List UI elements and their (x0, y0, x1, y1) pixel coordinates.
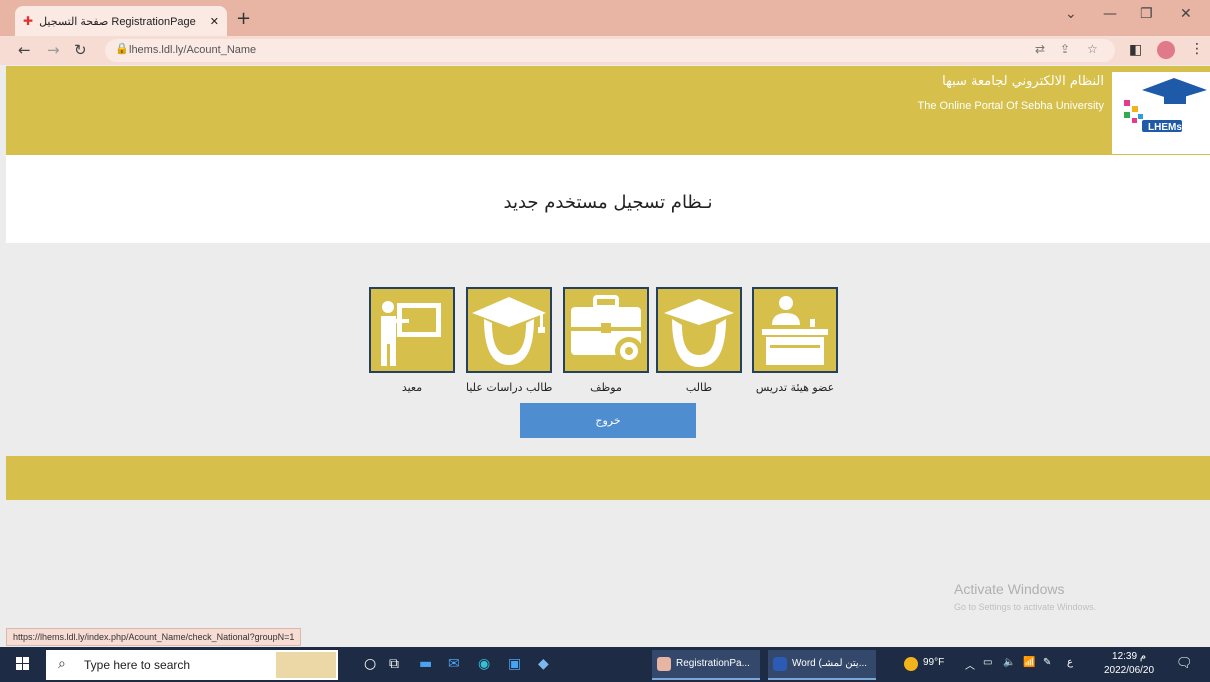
graduate-icon[interactable] (466, 287, 552, 373)
clock-time: 12:39 م (1112, 651, 1147, 662)
employee-briefcase-icon[interactable] (563, 287, 649, 373)
profile-avatar[interactable] (1157, 41, 1175, 59)
lock-icon: 🔒 (115, 42, 129, 55)
search-icon: ⌕ (58, 656, 66, 672)
option-label: عضو هيئة تدريس (755, 381, 835, 394)
taskbar-browser-button[interactable]: RegistrationPa... (652, 650, 760, 680)
option-faculty-member[interactable]: عضو هيئة تدريس (752, 287, 838, 394)
activate-windows-subtitle: Go to Settings to activate Windows. (954, 602, 1097, 612)
new-tab-button[interactable]: + (236, 8, 251, 29)
option-label: طالب (685, 381, 713, 394)
title-band: نـظام تسجيل مستخدم جديد (6, 155, 1210, 243)
exit-button[interactable]: خروج (520, 403, 696, 438)
student-icon[interactable] (656, 287, 742, 373)
option-employee[interactable]: موظف (563, 287, 649, 394)
option-teaching-assistant[interactable]: معيد (369, 287, 455, 394)
mail-icon[interactable]: ✉ (448, 656, 460, 672)
windows-start-icon[interactable] (16, 657, 30, 671)
tab-search-icon[interactable]: ⌄ (1065, 6, 1077, 22)
lhems-logo: LHEMs (1112, 72, 1210, 154)
faculty-desk-icon[interactable] (752, 287, 838, 373)
taskbar-word-button[interactable]: Word (يتن لمشـ... (768, 650, 876, 680)
site-title-arabic: النظام الالكتروني لجامعة سبها (942, 74, 1104, 89)
network-icon[interactable]: 📶 (1023, 657, 1035, 668)
search-highlight-image (276, 652, 336, 678)
menu-icon[interactable]: ⋮ (1190, 41, 1204, 57)
tab-title: صفحة التسجيل RegistrationPage (39, 15, 196, 28)
site-favicon-icon: ✚ (23, 14, 34, 28)
option-postgraduate-student[interactable]: طالب دراسات عليا (466, 287, 552, 394)
url-field[interactable]: 🔒 lhems.ldl.ly/Acount_Name ⇄ ⇪ ☆ (105, 39, 1115, 62)
store-icon[interactable]: ▣ (508, 656, 521, 672)
teacher-board-icon[interactable] (369, 287, 455, 373)
share-icon[interactable]: ⇪ (1060, 42, 1070, 56)
url-text: lhems.ldl.ly/Acount_Name (129, 44, 257, 56)
system-clock[interactable]: 12:39 م 2022/06/20 (1104, 650, 1154, 678)
search-placeholder: Type here to search (84, 658, 191, 672)
option-student[interactable]: طالب (656, 287, 742, 394)
clock-date: 2022/06/20 (1104, 665, 1155, 676)
footer-band (6, 456, 1210, 500)
taskbar-app-label: Word (يتن لمشـ... (792, 658, 868, 669)
notification-icon[interactable]: 🗨 (1176, 655, 1193, 671)
option-label: موظف (590, 381, 622, 394)
close-window-icon[interactable]: ✕ (1180, 6, 1192, 22)
option-label: طالب دراسات عليا (466, 381, 553, 394)
battery-icon[interactable]: ▭ (983, 657, 992, 668)
pen-icon[interactable]: ✎ (1043, 657, 1051, 668)
bookmark-star-icon[interactable]: ☆ (1087, 42, 1098, 56)
reload-icon[interactable]: ↻ (74, 41, 87, 59)
taskbar-search-box[interactable]: ⌕ Type here to search (46, 650, 338, 680)
browser-tab[interactable]: ✚ صفحة التسجيل RegistrationPage ✕ (15, 6, 227, 36)
tray-chevron-icon[interactable]: ︿ (965, 657, 975, 672)
close-tab-icon[interactable]: ✕ (210, 15, 219, 28)
translate-icon[interactable]: ⇄ (1035, 42, 1045, 56)
site-header: النظام الالكتروني لجامعة سبها The Online… (6, 66, 1210, 155)
status-url-tooltip: https://lhems.ldl.ly/index.php/Acount_Na… (6, 628, 302, 646)
taskbar-app-label: RegistrationPa... (676, 658, 750, 669)
app-icon[interactable]: ◆ (538, 656, 549, 672)
language-icon[interactable]: ع (1067, 657, 1073, 668)
user-type-options: معيد طالب دراسات عليا موظف طالب عضو هيئة… (6, 243, 1210, 456)
restore-icon[interactable]: ❐ (1140, 6, 1153, 22)
task-view-icon[interactable]: ⧉ (389, 656, 399, 672)
option-label: معيد (401, 381, 423, 394)
browser-tab-bar: ✚ صفحة التسجيل RegistrationPage ✕ + ⌄ — … (0, 0, 1210, 36)
page-title: نـظام تسجيل مستخدم جديد (503, 192, 713, 213)
volume-icon[interactable]: 🔈 (1003, 657, 1015, 668)
address-bar-row: ← → ↻ 🔒 lhems.ldl.ly/Acount_Name ⇄ ⇪ ☆ ◧… (0, 36, 1210, 65)
sidepanel-icon[interactable]: ◧ (1129, 42, 1142, 58)
weather-icon[interactable] (904, 657, 918, 671)
activate-windows-title: Activate Windows (954, 581, 1065, 597)
cortana-icon[interactable]: ○ (364, 656, 376, 672)
site-title-english: The Online Portal Of Sebha University (917, 100, 1104, 112)
minimize-icon[interactable]: — (1103, 6, 1117, 22)
forward-icon[interactable]: → (47, 41, 60, 59)
windows-taskbar: ⌕ Type here to search ○ ⧉ ▬ ✉ ◉ ▣ ◆ Regi… (0, 647, 1210, 682)
back-icon[interactable]: ← (18, 41, 31, 59)
file-explorer-icon[interactable]: ▬ (419, 656, 432, 672)
temperature[interactable]: 99°F (923, 657, 944, 668)
logo-text: LHEMs (1148, 122, 1182, 133)
edge-icon[interactable]: ◉ (478, 656, 490, 672)
